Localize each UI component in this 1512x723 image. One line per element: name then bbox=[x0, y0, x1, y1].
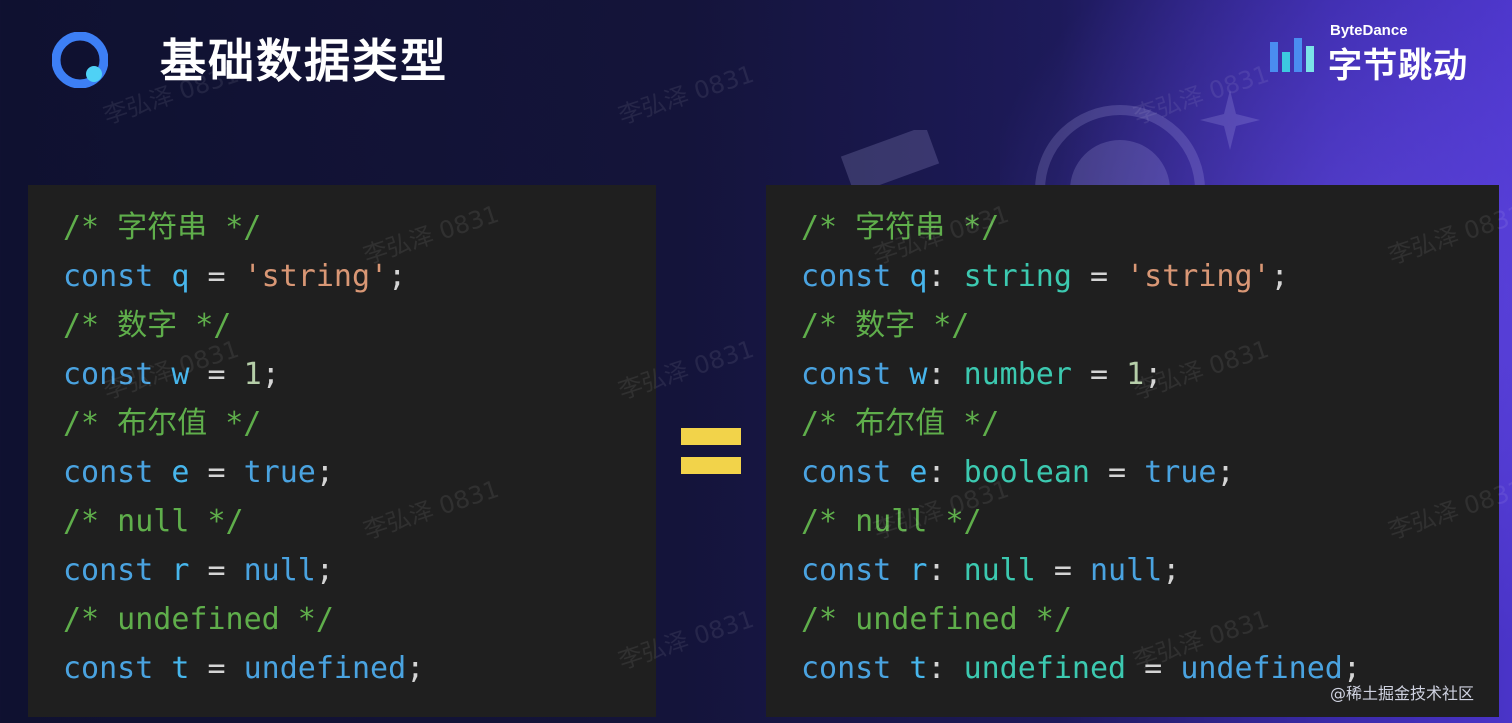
code-token: : bbox=[927, 651, 964, 686]
code-token: number bbox=[963, 357, 1072, 392]
code-token: /* 布尔值 */ bbox=[63, 406, 262, 441]
code-token: e bbox=[171, 455, 190, 490]
code-token: = bbox=[1071, 357, 1127, 392]
code-token: /* 布尔值 */ bbox=[801, 406, 1000, 441]
code-token: : bbox=[927, 357, 964, 392]
code-line: const r = null; bbox=[63, 546, 424, 595]
code-token: const bbox=[801, 553, 892, 588]
code-line: const w: number = 1; bbox=[801, 350, 1361, 399]
code-token: undefined bbox=[1180, 651, 1343, 686]
code-token: ; bbox=[315, 455, 334, 490]
code-token: /* null */ bbox=[63, 504, 244, 539]
code-token: = bbox=[189, 651, 244, 686]
code-line: const r: null = null; bbox=[801, 546, 1361, 595]
plain-js-code-panel: /* 字符串 */const q = 'string';/* 数字 */cons… bbox=[28, 185, 656, 717]
code-token: = bbox=[189, 553, 244, 588]
code-token: const bbox=[63, 259, 154, 294]
code-line: /* undefined */ bbox=[63, 595, 424, 644]
equals-sign-icon bbox=[681, 428, 741, 474]
code-line: const e = true; bbox=[63, 448, 424, 497]
code-line: const e: boolean = true; bbox=[801, 448, 1361, 497]
code-token: w bbox=[909, 357, 928, 392]
code-token: e bbox=[909, 455, 928, 490]
code-token: r bbox=[909, 553, 928, 588]
code-token: = bbox=[189, 455, 244, 490]
bytedance-logo-icon bbox=[1270, 38, 1314, 72]
code-line: /* 布尔值 */ bbox=[801, 399, 1361, 448]
code-token: t bbox=[171, 651, 190, 686]
code-token: : bbox=[927, 259, 964, 294]
code-token: /* 数字 */ bbox=[801, 308, 970, 343]
code-token: ; bbox=[388, 259, 407, 294]
code-token: const bbox=[63, 651, 154, 686]
code-token: r bbox=[171, 553, 190, 588]
code-token: string bbox=[963, 259, 1072, 294]
code-token: undefined bbox=[243, 651, 407, 686]
code-line: /* 布尔值 */ bbox=[63, 399, 424, 448]
code-token: /* undefined */ bbox=[801, 602, 1072, 637]
code-token: true bbox=[243, 455, 316, 490]
watermark: 李弘泽 0831 bbox=[614, 59, 758, 130]
code-line: /* 数字 */ bbox=[801, 301, 1361, 350]
code-token: ; bbox=[261, 357, 280, 392]
code-token: = bbox=[189, 259, 244, 294]
code-token: const bbox=[801, 455, 892, 490]
code-token: q bbox=[909, 259, 928, 294]
footer-credit: @稀土掘金技术社区 bbox=[1330, 684, 1475, 703]
code-token: q bbox=[171, 259, 190, 294]
typescript-code: /* 字符串 */const q: string = 'string';/* 数… bbox=[801, 203, 1361, 693]
brand-english-name: ByteDance bbox=[1330, 22, 1408, 39]
code-token: const bbox=[63, 553, 154, 588]
panel-decoration-icon bbox=[840, 130, 940, 190]
code-token: const bbox=[801, 357, 892, 392]
code-token: undefined bbox=[963, 651, 1127, 686]
code-line: const t: undefined = undefined; bbox=[801, 644, 1361, 693]
code-token: ; bbox=[1270, 259, 1289, 294]
code-line: const t = undefined; bbox=[63, 644, 424, 693]
code-token: null bbox=[963, 553, 1036, 588]
code-token: null bbox=[1090, 553, 1163, 588]
code-token: /* undefined */ bbox=[63, 602, 334, 637]
plain-js-code: /* 字符串 */const q = 'string';/* 数字 */cons… bbox=[63, 203, 424, 693]
code-token: = bbox=[1035, 553, 1090, 588]
code-token: ; bbox=[406, 651, 425, 686]
code-token: ; bbox=[1162, 553, 1181, 588]
code-token: ; bbox=[315, 553, 334, 588]
code-token: = bbox=[1071, 259, 1127, 294]
code-token: 1 bbox=[243, 357, 262, 392]
code-token: : bbox=[927, 553, 964, 588]
brand-chinese-name: 字节跳动 bbox=[1328, 46, 1468, 86]
code-token: 'string' bbox=[1126, 259, 1271, 294]
code-token: ; bbox=[1216, 455, 1235, 490]
code-line: /* 数字 */ bbox=[63, 301, 424, 350]
code-token: const bbox=[63, 455, 154, 490]
code-token: const bbox=[801, 651, 892, 686]
code-token: null bbox=[243, 553, 316, 588]
code-token: = bbox=[1090, 455, 1145, 490]
code-token: t bbox=[909, 651, 928, 686]
code-token: true bbox=[1144, 455, 1217, 490]
app-logo-icon bbox=[52, 32, 108, 88]
code-token: /* 字符串 */ bbox=[63, 210, 262, 245]
code-line: /* undefined */ bbox=[801, 595, 1361, 644]
